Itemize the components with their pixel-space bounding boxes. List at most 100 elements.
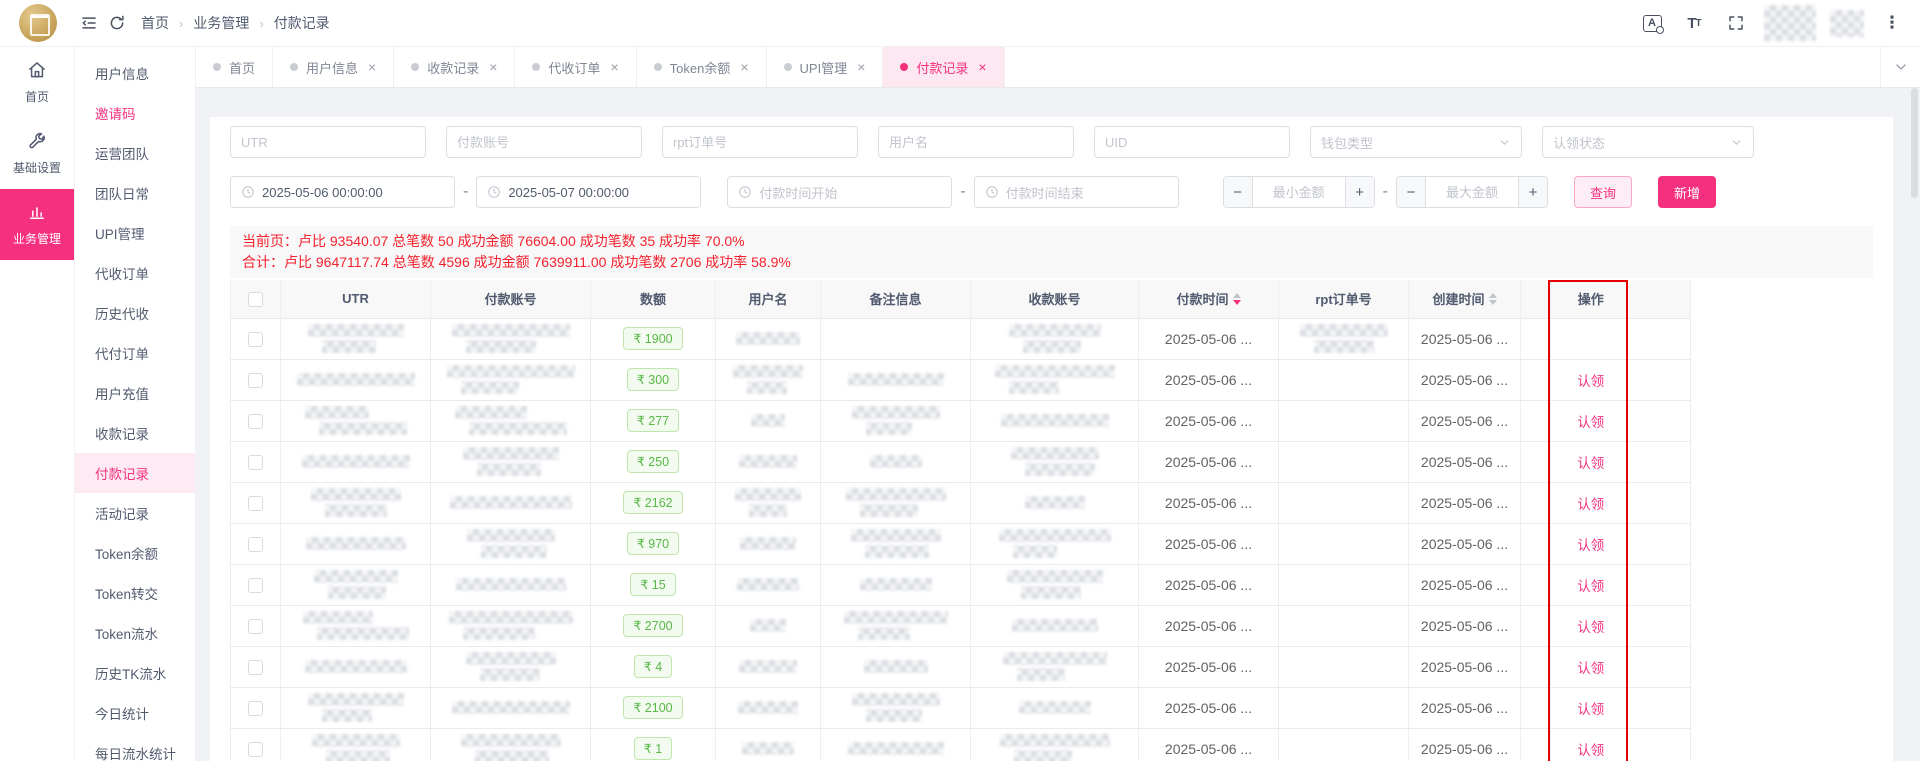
sidebar-item-代收订单[interactable]: 代收订单 [75,253,195,293]
breadcrumb-item[interactable]: 付款记录 [274,13,330,33]
sidebar-item-每日流水统计[interactable]: 每日流水统计 [75,733,195,761]
sidebar-item-用户充值[interactable]: 用户充值 [75,373,195,413]
claim-link[interactable]: 认领 [1577,538,1604,553]
create-time-cell: 2025-05-06 ... [1409,523,1521,564]
sidebar-item-历史TK流水[interactable]: 历史TK流水 [75,653,195,693]
utr-input[interactable] [230,126,426,158]
claim-link[interactable]: 认领 [1577,702,1604,717]
tab-close-icon[interactable]: × [857,59,865,75]
row-checkbox[interactable] [248,578,263,593]
claim-link[interactable]: 认领 [1577,415,1604,430]
tab-close-icon[interactable]: × [740,59,748,75]
min-amount-decrement-button[interactable]: − [1224,177,1253,207]
font-size-icon[interactable]: TT [1680,9,1708,37]
sidebar-item-代付订单[interactable]: 代付订单 [75,333,195,373]
sidebar-item-运营团队[interactable]: 运营团队 [75,133,195,173]
sidebar-item-活动记录[interactable]: 活动记录 [75,493,195,533]
row-checkbox[interactable] [248,537,263,552]
sidebar-item-用户信息[interactable]: 用户信息 [75,53,195,93]
masked-data [866,709,922,722]
sort-desc-icon[interactable] [1489,300,1497,305]
column-header-付款时间[interactable]: 付款时间 [1139,280,1279,318]
max-amount-increment-button[interactable]: + [1518,177,1547,207]
sidebar-item-Token转交[interactable]: Token转交 [75,573,195,613]
sidebar-item-Token流水[interactable]: Token流水 [75,613,195,653]
app-logo[interactable] [19,4,57,42]
date-to-input[interactable]: 2025-05-07 00:00:00 [476,176,701,208]
more-menu-icon[interactable]: ⋮ [1878,9,1906,37]
claim-link[interactable]: 认领 [1577,661,1604,676]
tab-收款记录[interactable]: 收款记录× [394,47,515,87]
username-input[interactable] [878,126,1074,158]
rail-item-业务管理[interactable]: 业务管理 [0,189,74,260]
tab-UPI管理[interactable]: UPI管理× [767,47,884,87]
row-checkbox[interactable] [248,619,263,634]
page-scrollbar[interactable] [1911,52,1918,752]
sort-asc-icon[interactable] [1233,293,1241,298]
sidebar-item-Token余额[interactable]: Token余额 [75,533,195,573]
pay-time-end-input[interactable]: 付款时间结束 [974,176,1179,208]
row-checkbox[interactable] [248,332,263,347]
max-amount-decrement-button[interactable]: − [1397,177,1426,207]
claim-status-select[interactable]: 认领状态 [1542,126,1754,158]
row-checkbox[interactable] [248,496,263,511]
sidebar-item-历史代收[interactable]: 历史代收 [75,293,195,333]
select-all-checkbox[interactable] [248,292,263,307]
claim-link[interactable]: 认领 [1577,620,1604,635]
sort-desc-icon[interactable] [1233,300,1241,305]
min-amount-input[interactable] [1253,177,1345,207]
row-checkbox[interactable] [248,701,263,716]
claim-link[interactable]: 认领 [1577,743,1604,758]
claim-link[interactable]: 认领 [1577,579,1604,594]
pay-time-start-input[interactable]: 付款时间开始 [727,176,952,208]
refresh-icon[interactable] [103,9,131,37]
tab-代收订单[interactable]: 代收订单× [515,47,636,87]
avatar[interactable] [1764,5,1816,41]
rail-item-基础设置[interactable]: 基础设置 [0,118,74,189]
sidebar-item-付款记录[interactable]: 付款记录 [75,453,195,493]
tab-首页[interactable]: 首页 [196,47,273,87]
sidebar-item-收款记录[interactable]: 收款记录 [75,413,195,453]
tab-close-icon[interactable]: × [489,59,497,75]
scrollbar-thumb[interactable] [1911,88,1918,198]
sidebar-item-今日统计[interactable]: 今日统计 [75,693,195,733]
claim-link[interactable]: 认领 [1577,374,1604,389]
sort-control[interactable] [1233,293,1241,305]
tab-Token余额[interactable]: Token余额× [637,47,767,87]
fullscreen-icon[interactable] [1722,9,1750,37]
query-button[interactable]: 查询 [1574,176,1632,208]
claim-link[interactable]: 认领 [1577,456,1604,471]
collapse-sidebar-icon[interactable] [75,9,103,37]
breadcrumb-item[interactable]: 首页 [141,13,169,33]
row-checkbox[interactable] [248,455,263,470]
payment-account-input[interactable] [446,126,642,158]
translate-icon[interactable]: A [1638,9,1666,37]
row-checkbox[interactable] [248,742,263,757]
claim-link[interactable]: 认领 [1577,497,1604,512]
sidebar-item-UPI管理[interactable]: UPI管理 [75,213,195,253]
column-header-创建时间[interactable]: 创建时间 [1409,280,1521,318]
tab-用户信息[interactable]: 用户信息× [273,47,394,87]
row-checkbox[interactable] [248,414,263,429]
sidebar-item-团队日常[interactable]: 团队日常 [75,173,195,213]
add-button[interactable]: 新增 [1658,176,1716,208]
sidebar-item-邀请码[interactable]: 邀请码 [75,93,195,133]
tab-付款记录[interactable]: 付款记录× [883,47,1004,87]
min-amount-increment-button[interactable]: + [1345,177,1374,207]
rpt-order-cell [1279,646,1409,687]
rail-item-首页[interactable]: 首页 [0,47,74,118]
date-from-input[interactable]: 2025-05-06 00:00:00 [230,176,455,208]
sort-asc-icon[interactable] [1489,293,1497,298]
tab-close-icon[interactable]: × [978,59,986,75]
rpt-order-input[interactable] [662,126,858,158]
user-menu[interactable] [1830,10,1864,37]
tab-close-icon[interactable]: × [368,59,376,75]
sort-control[interactable] [1489,293,1497,305]
breadcrumb-item[interactable]: 业务管理 [193,13,249,33]
uid-input[interactable] [1094,126,1290,158]
wallet-type-select[interactable]: 钱包类型 [1310,126,1522,158]
row-checkbox[interactable] [248,373,263,388]
row-checkbox[interactable] [248,660,263,675]
tab-close-icon[interactable]: × [610,59,618,75]
max-amount-input[interactable] [1426,177,1518,207]
